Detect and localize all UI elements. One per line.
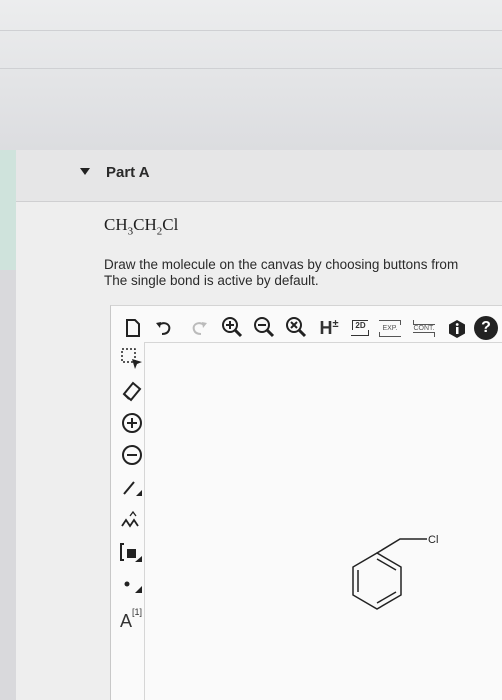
atom-label-tool[interactable]: A [1]	[116, 603, 146, 631]
undo-icon[interactable]	[154, 318, 174, 338]
collapse-caret-icon[interactable]	[80, 168, 90, 175]
molecule-formula: CH3CH2Cl	[104, 215, 179, 238]
part-header[interactable]	[16, 150, 502, 202]
chlorine-atom-label: Cl	[428, 534, 438, 546]
negative-charge-icon[interactable]	[120, 443, 144, 467]
eraser-icon[interactable]	[120, 379, 144, 403]
zoom-in-icon[interactable]	[220, 316, 244, 338]
drawing-canvas[interactable]: Cl	[145, 343, 502, 700]
hydrogen-toggle-button[interactable]: H ±	[315, 317, 343, 339]
instructions: Draw the molecule on the canvas by choos…	[104, 257, 502, 289]
radical-tool-icon[interactable]	[120, 573, 144, 597]
help-icon[interactable]: ?	[474, 316, 498, 340]
single-bond-icon[interactable]	[120, 476, 144, 500]
part-title[interactable]: Part A	[106, 164, 150, 181]
zoom-reset-icon[interactable]	[284, 316, 308, 338]
chain-tool-icon[interactable]	[120, 508, 144, 532]
instruction-line-1: Draw the molecule on the canvas by choos…	[104, 257, 459, 272]
expand-button[interactable]: EXP.	[375, 316, 405, 340]
zoom-out-icon[interactable]	[252, 316, 276, 338]
bracket-tool-icon[interactable]	[118, 540, 144, 564]
new-document-icon[interactable]	[123, 318, 143, 338]
selection-tool-icon[interactable]	[120, 347, 144, 371]
page-top-band	[0, 0, 502, 150]
contract-button[interactable]: CONT.	[408, 316, 440, 340]
instruction-line-2: The single bond is active by default.	[104, 273, 319, 288]
info-icon[interactable]	[446, 318, 468, 340]
positive-charge-icon[interactable]	[120, 411, 144, 435]
left-accent-strip	[0, 150, 16, 270]
benzyl-chloride-structure: Cl	[352, 534, 438, 610]
clean-2d-button[interactable]: 2D	[347, 316, 373, 340]
redo-icon[interactable]	[189, 318, 209, 338]
